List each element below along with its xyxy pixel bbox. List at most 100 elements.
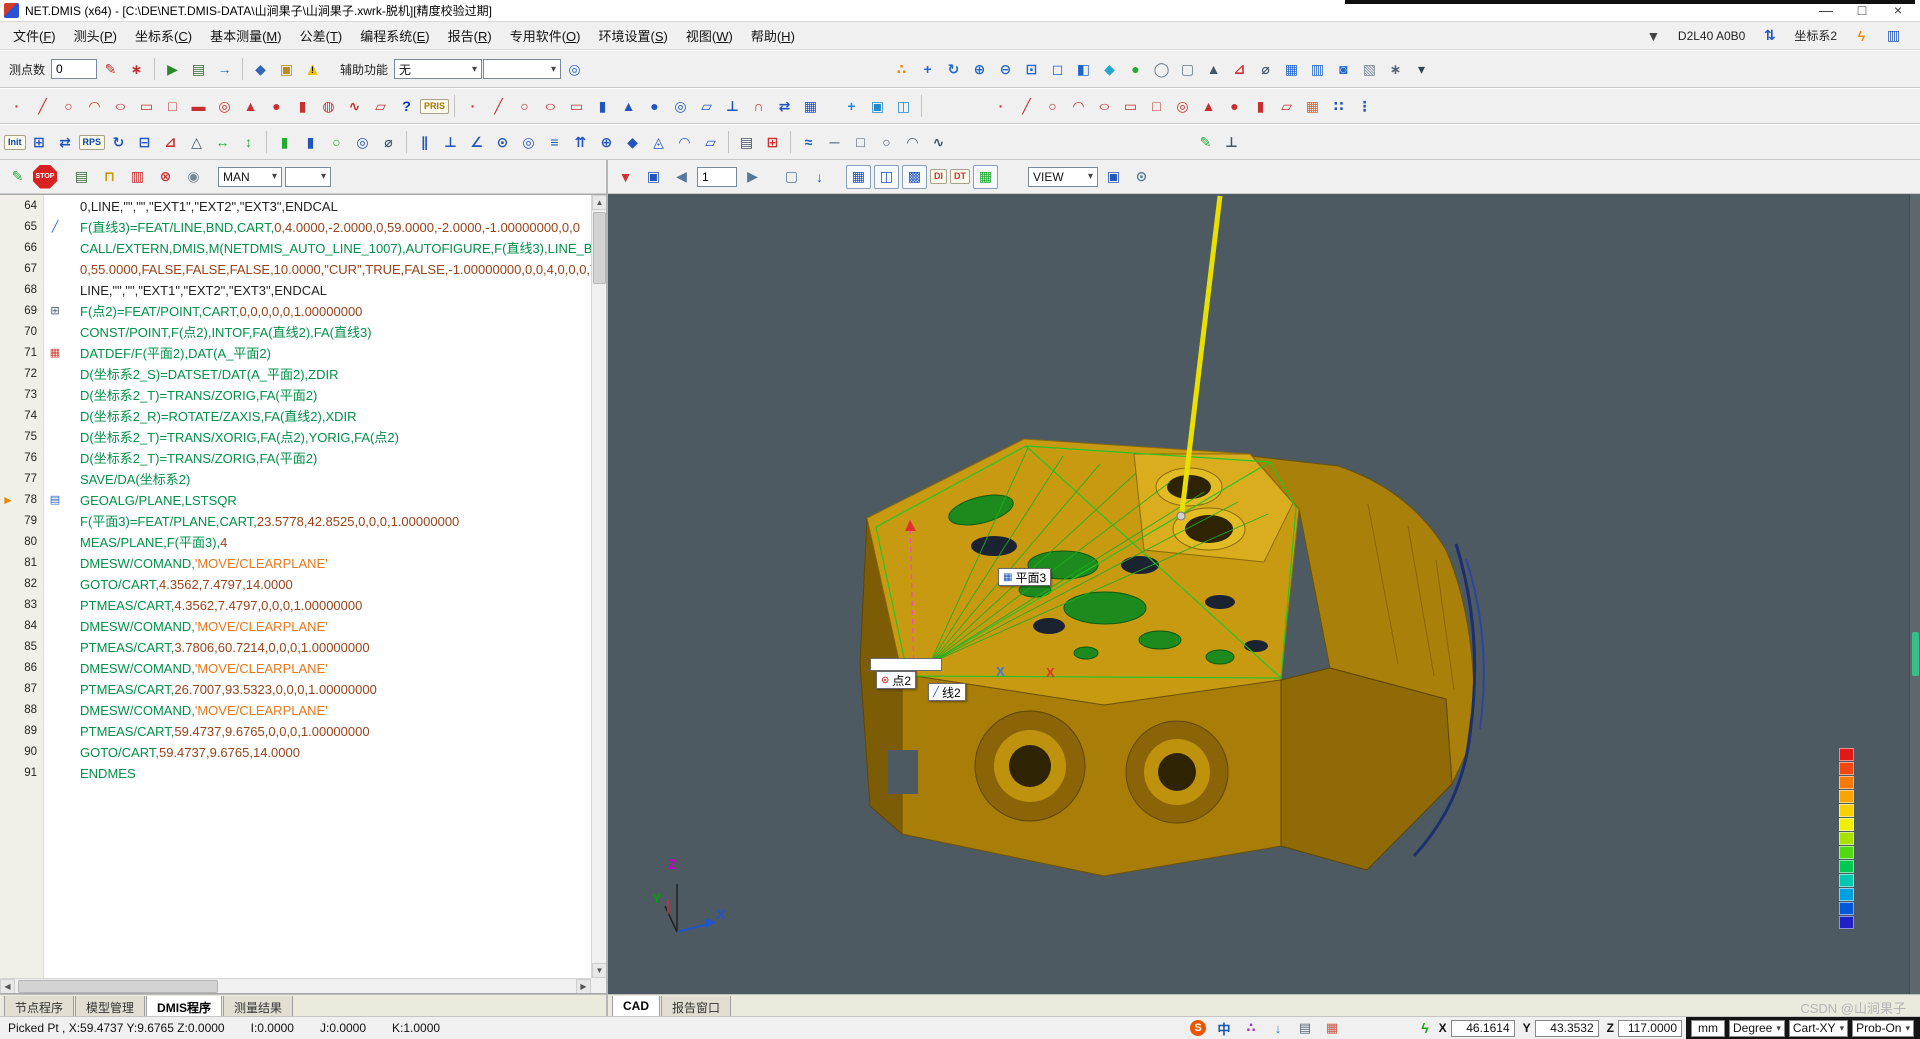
csys-swap-icon[interactable]: ⇅ (1757, 24, 1782, 48)
measure-rect-icon[interactable]: ▬ (186, 94, 211, 118)
toolbar-overflow-icon[interactable]: ▾ (1409, 57, 1434, 81)
pattern-feature-icon[interactable]: ▦ (798, 94, 823, 118)
code-line-83[interactable]: 83 PTMEAS/CART,4.3562,7.4797,0,0,0,1.0000… (0, 595, 590, 616)
import-page-icon[interactable]: ↓ (807, 165, 832, 189)
wireframe-view-icon[interactable]: ◯ (1149, 57, 1174, 81)
select-box-icon[interactable]: ▢ (1175, 57, 1200, 81)
auto-cylinder-icon[interactable]: ▮ (1248, 94, 1273, 118)
code-line-80[interactable]: 80 MEAS/PLANE,F(平面3),4 (0, 532, 590, 553)
gdt-parallelism-icon[interactable]: ∥ (412, 130, 437, 154)
rotate-view-icon[interactable]: ↻ (941, 57, 966, 81)
grid-view-icon[interactable]: ▦ (846, 164, 871, 189)
measure-cone-icon[interactable]: ▲ (238, 94, 263, 118)
construct-point-icon[interactable]: ∙ (460, 94, 485, 118)
record-point-icon[interactable]: ✎ (98, 57, 123, 81)
probe-mode-select[interactable]: Prob-On ▾ (1852, 1019, 1914, 1037)
annotate-icon[interactable]: ✎ (1193, 130, 1218, 154)
rps-badge[interactable]: RPS (78, 134, 106, 150)
ime-punct-icon[interactable]: ∴ (1242, 1019, 1260, 1037)
code-line-89[interactable]: 89 PTMEAS/CART,59.4737,9.6765,0,0,0,1.000… (0, 721, 590, 742)
construct-plane-icon[interactable]: ▱ (694, 94, 719, 118)
code-line-65[interactable]: 65 ╱ F(直线3)=FEAT/LINE,BND,CART,0,4.0000,-2… (0, 217, 590, 238)
gdt-flatness-icon[interactable]: ▱ (698, 130, 723, 154)
gdt-symmetry-icon[interactable]: ≡ (542, 130, 567, 154)
menu-坐标系[interactable]: 坐标系(C) (126, 21, 201, 50)
code-line-90[interactable]: 90 GOTO/CART,59.4737,9.6765,14.0000 (0, 742, 590, 763)
report-preview-icon[interactable]: ◫ (874, 164, 899, 189)
horizontal-scroll-thumb[interactable] (18, 980, 218, 993)
cad-viewport[interactable]: ▦ 平面3 ⊙ 点2 ╱ 线2 X X Z Y X (608, 194, 1920, 994)
auto-square-icon[interactable]: □ (1144, 94, 1169, 118)
vertical-scroll-thumb[interactable] (593, 212, 606, 284)
code-horizontal-scrollbar[interactable]: ◀ ▶ (0, 978, 591, 993)
scroll-up-button[interactable]: ▲ (592, 195, 606, 210)
run-program-icon[interactable]: ▶ (160, 57, 185, 81)
pan-view-icon[interactable]: + (915, 57, 940, 81)
code-line-70[interactable]: 70 CONST/POINT,F(点2),INTOF,FA(直线2),FA(直线3… (0, 322, 590, 343)
tol-cylinder-icon[interactable]: ▮ (298, 130, 323, 154)
menu-视图[interactable]: 视图(W) (677, 21, 742, 50)
move-3d-icon[interactable]: + (839, 94, 864, 118)
mode-select[interactable]: MAN ▾ (218, 166, 282, 187)
plane3-feature-label[interactable]: ▦ 平面3 (998, 568, 1052, 586)
save-view-icon[interactable]: ▣ (1101, 165, 1126, 189)
csys-translate-icon[interactable]: ⇄ (53, 130, 78, 154)
measure-cylinder-icon[interactable]: ▮ (290, 94, 315, 118)
curve-compare-icon[interactable]: ≈ (796, 130, 821, 154)
aux-option-select[interactable]: ▾ (483, 59, 562, 79)
dt-export-badge[interactable]: DT (950, 169, 970, 184)
lock-icon[interactable]: ⊓ (97, 165, 122, 189)
code-vertical-scrollbar[interactable]: ▲ ▼ (591, 195, 606, 978)
view-iso-icon[interactable]: ◆ (1097, 57, 1122, 81)
pointer-select-icon[interactable]: ▲ (1201, 57, 1226, 81)
view-settings-icon[interactable]: ∗ (1383, 57, 1408, 81)
cad-import-icon[interactable]: ▣ (274, 57, 299, 81)
construct-torus-icon[interactable]: ◎ (668, 94, 693, 118)
measure-point-icon[interactable]: ∙ (4, 94, 29, 118)
code-line-79[interactable]: 79 F(平面3)=FEAT/PLANE,CART,23.5778,42.8525… (0, 511, 590, 532)
view-front-icon[interactable]: ◧ (1071, 57, 1096, 81)
measure-ellipse-icon[interactable]: ○ (102, 94, 140, 118)
csys-display-icon[interactable]: ⊿ (1227, 57, 1252, 81)
measure-circle-icon[interactable]: ○ (56, 94, 81, 118)
csdn-tray-icon[interactable]: S (1190, 1020, 1206, 1036)
angle-unit-select[interactable]: Degree ▾ (1729, 1019, 1785, 1037)
point-cloud-icon[interactable]: ∴ (889, 57, 914, 81)
auto-plane-icon[interactable]: ▱ (1274, 94, 1299, 118)
auto-point-icon[interactable]: ∙ (988, 94, 1013, 118)
apps-tray-icon[interactable]: ▦ (1323, 1019, 1341, 1037)
offline-screen-icon[interactable]: ▥ (125, 165, 150, 189)
auto-line-icon[interactable]: ╱ (1014, 94, 1039, 118)
prism-badge[interactable]: PRIS (420, 98, 450, 114)
code-line-68[interactable]: 68 LINE,"","","EXT1","EXT2","EXT3",ENDCAL (0, 280, 590, 301)
point2-feature-label[interactable]: ⊙ 点2 (876, 671, 917, 689)
connection-status-icon[interactable]: ϟ (1849, 24, 1874, 48)
alignment-icon[interactable]: ⊿ (158, 130, 183, 154)
sub-mode-select[interactable]: ▾ (285, 166, 331, 187)
point-grid-icon[interactable]: ∷ (1326, 94, 1351, 118)
init-badge[interactable]: Init (4, 134, 26, 150)
output-report-icon[interactable]: ▤ (186, 57, 211, 81)
zoom-out-icon[interactable]: ⊖ (993, 57, 1018, 81)
measure-tool-icon[interactable]: ⌀ (1253, 57, 1278, 81)
render-mode-icon[interactable]: ◙ (1331, 57, 1356, 81)
scroll-down-button[interactable]: ▼ (592, 963, 606, 978)
section-line-icon[interactable]: ─ (822, 130, 847, 154)
probe-setup-icon[interactable]: ◆ (248, 57, 273, 81)
measure-sphere-icon[interactable]: ● (264, 94, 289, 118)
display-settings-icon[interactable]: ▥ (1881, 24, 1906, 48)
construct-line-icon[interactable]: ╱ (486, 94, 511, 118)
help-icon[interactable]: ? (394, 94, 419, 118)
csys-new-icon[interactable]: ⊞ (27, 130, 52, 154)
export-icon[interactable]: → (212, 57, 237, 81)
save-report-icon[interactable]: ▣ (641, 165, 666, 189)
menu-环境设置[interactable]: 环境设置(S) (590, 21, 677, 50)
capture-icon[interactable]: ▥ (1305, 57, 1330, 81)
gdt-position-icon[interactable]: ⊕ (594, 130, 619, 154)
code-line-76[interactable]: 76 D(坐标系2_T)=TRANS/ZORIG,FA(平面2) (0, 448, 590, 469)
record-mode-icon[interactable]: ◉ (181, 165, 206, 189)
gdt-concentricity-icon[interactable]: ⊙ (490, 130, 515, 154)
code-line-84[interactable]: 84 DMESW/COMAND,'MOVE/CLEARPLANE' (0, 616, 590, 637)
warning-icon[interactable]: ▲! (300, 57, 325, 81)
code-line-85[interactable]: 85 PTMEAS/CART,3.7806,60.7214,0,0,0,1.000… (0, 637, 590, 658)
